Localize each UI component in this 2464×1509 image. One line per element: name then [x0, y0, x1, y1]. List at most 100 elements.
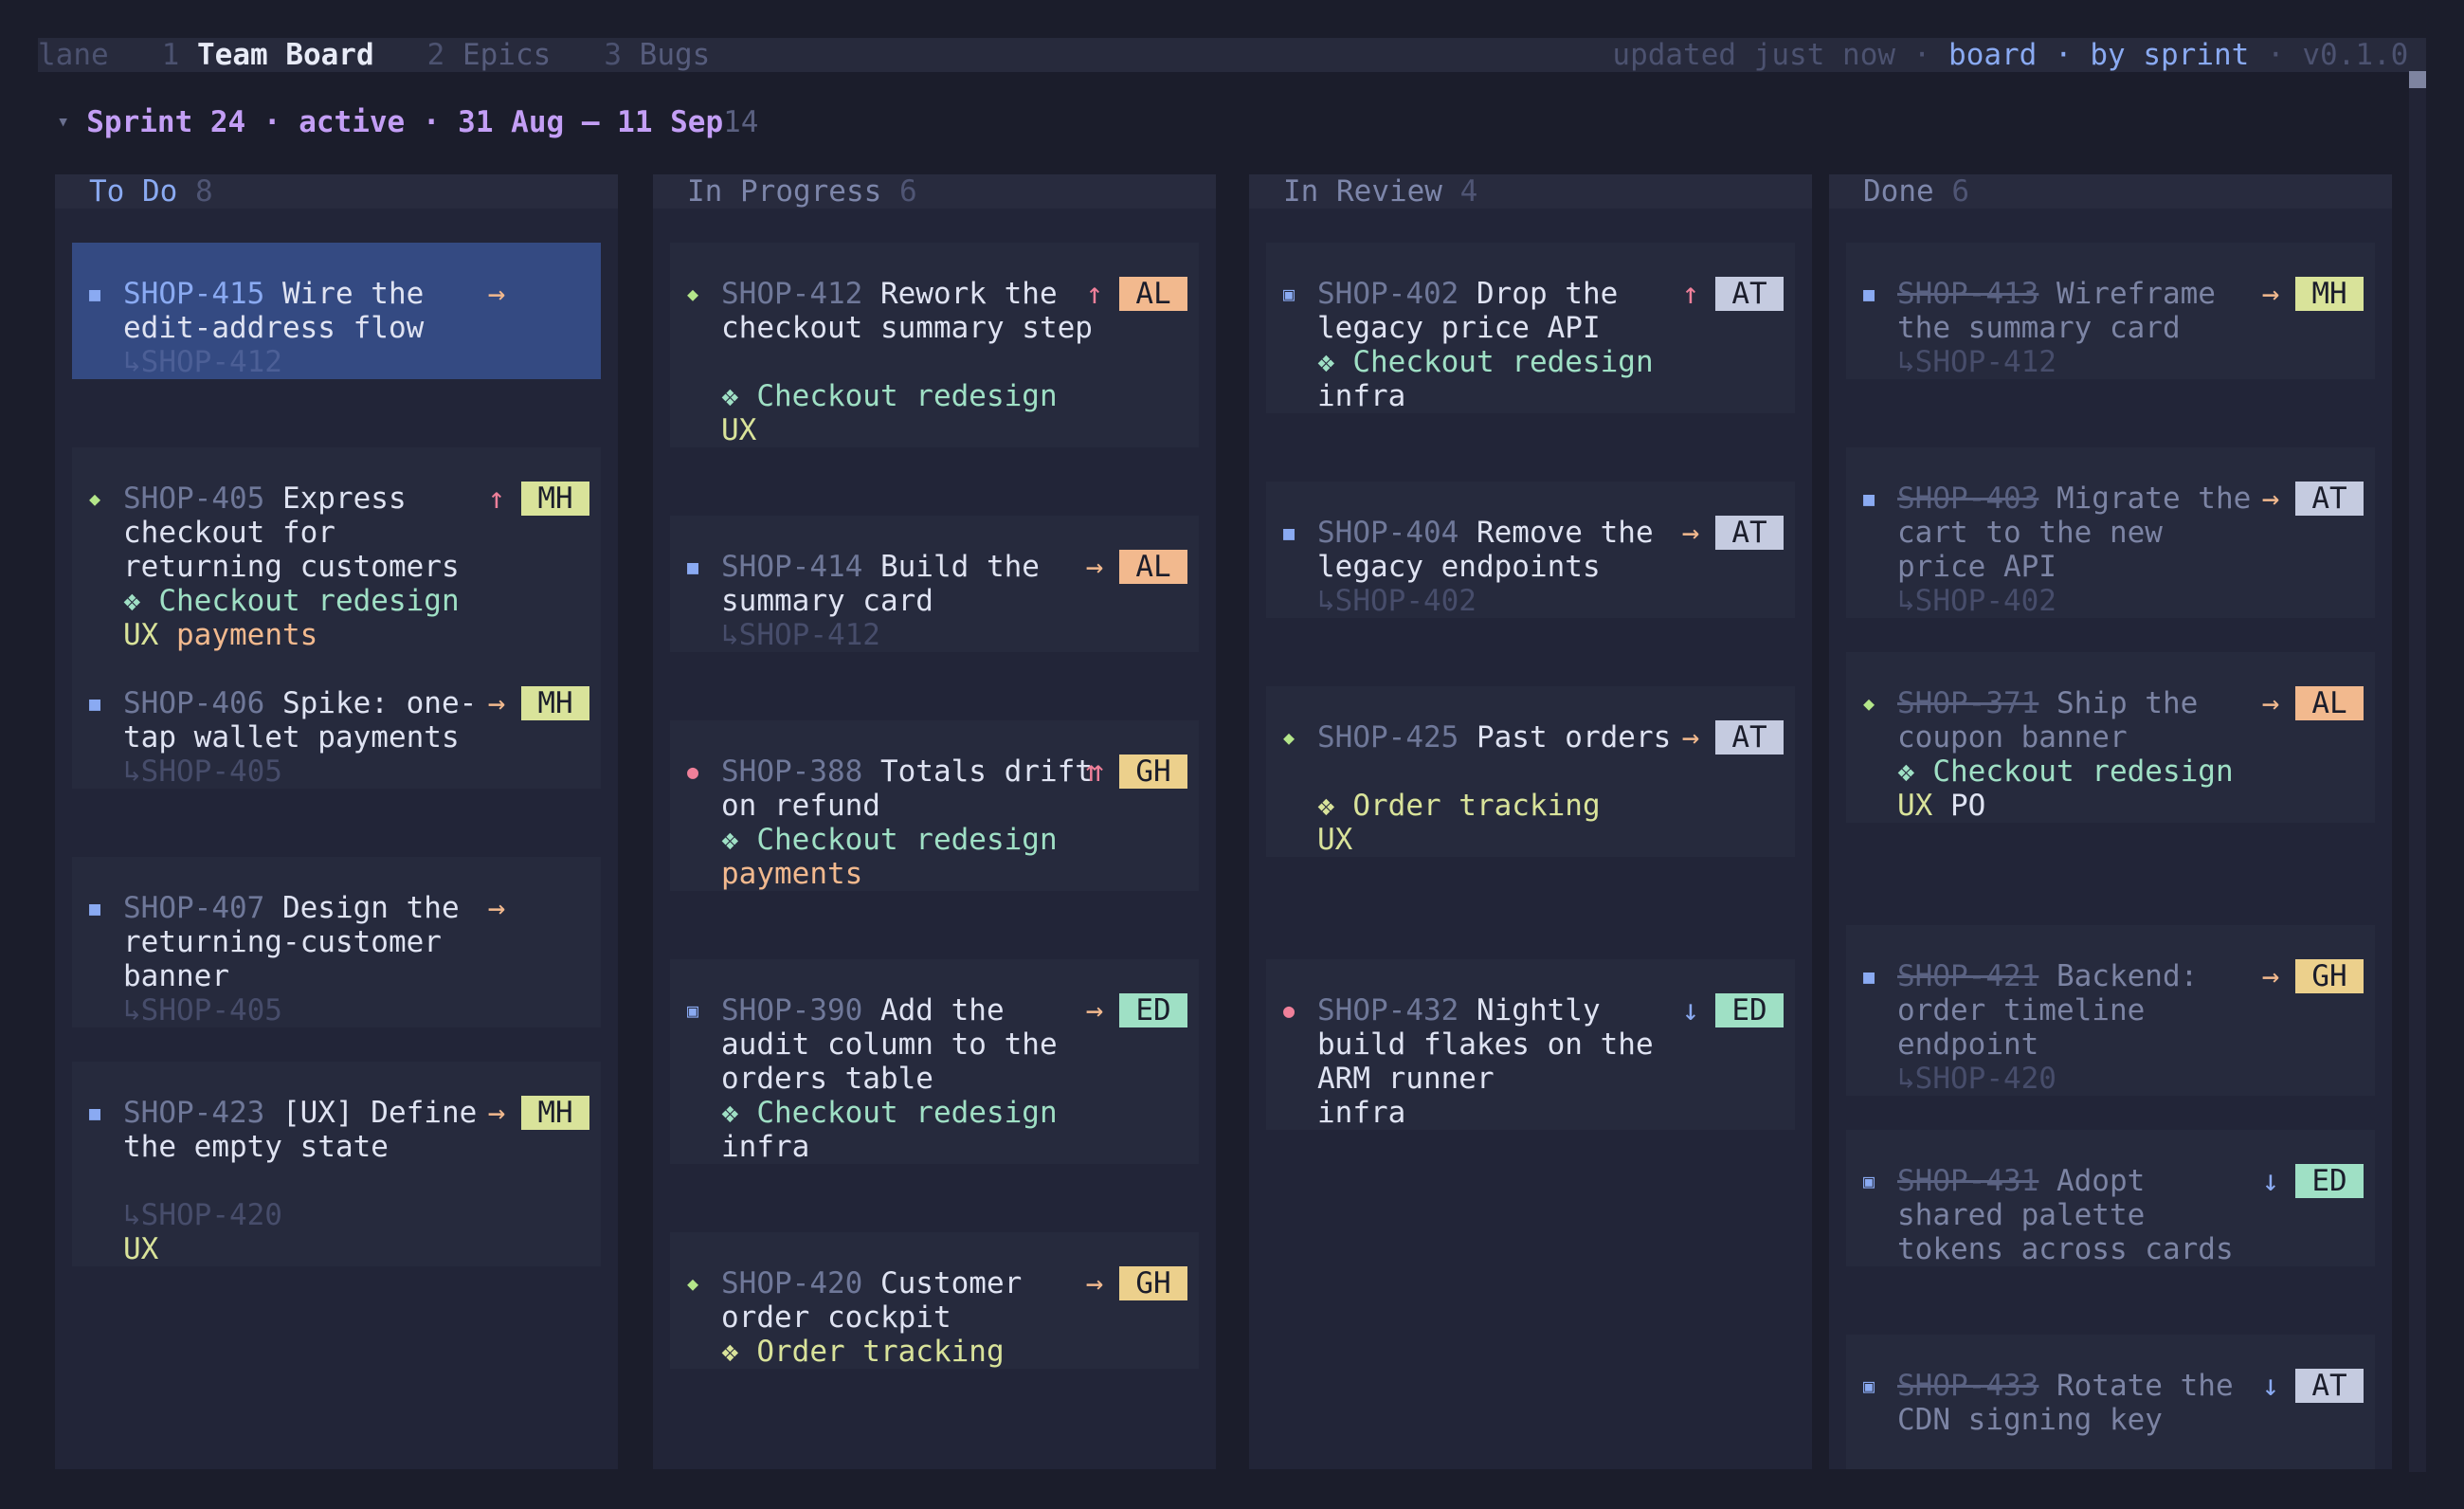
issue-card[interactable]: ■ SHOP-406 Spike: one-tap wallet payments…: [72, 652, 601, 789]
parent-link[interactable]: ↳SHOP-412: [123, 345, 282, 379]
issue-card[interactable]: ◆ SHOP-425 Past orders ❖ Order tracking UX →…: [1266, 686, 1795, 857]
issue-card[interactable]: ◆ SHOP-371 Ship the coupon banner ❖ Checkou…: [1846, 652, 2375, 823]
assignee-avatar[interactable]: AT: [1715, 516, 1784, 550]
tab-bugs[interactable]: 3 Bugs: [604, 38, 710, 72]
issue-title: price API: [1897, 550, 2056, 584]
assignee-avatar[interactable]: AL: [1119, 550, 1187, 584]
view-mode[interactable]: board: [1948, 38, 2037, 72]
priority-medium-icon: →: [2261, 686, 2280, 720]
issue-card[interactable]: ▣ SHOP-402 Drop the legacy price API ❖ Chec…: [1266, 243, 1795, 413]
issue-title: ARM runner: [1317, 1062, 1495, 1096]
assignee-avatar[interactable]: MH: [521, 1096, 589, 1130]
issue-card[interactable]: ◆ SHOP-412 Rework the checkout summary ste…: [670, 243, 1199, 447]
issue-card[interactable]: ■ SHOP-414 Build the summary card ↳SHOP-412…: [670, 516, 1199, 652]
parent-link[interactable]: ↳SHOP-412: [1897, 345, 2056, 379]
parent-link[interactable]: ↳SHOP-420: [1897, 1062, 2056, 1096]
issue-card[interactable]: ■ SHOP-415 Wire the edit-address flow ↳SHOP…: [72, 243, 601, 379]
scrollbar-thumb[interactable]: [2409, 71, 2426, 88]
epic-label[interactable]: ❖ Checkout redesign: [123, 584, 460, 618]
assignee-avatar[interactable]: MH: [521, 482, 589, 516]
column-count: 4: [1459, 174, 1478, 209]
tab-epics[interactable]: 2 Epics: [427, 38, 552, 72]
issue-card[interactable]: ▣ SHOP-390 Add the audit column to the orde…: [670, 959, 1199, 1164]
issue-card[interactable]: ▣ SHOP-433 Rotate the CDN signing key ↓ AT: [1846, 1335, 2375, 1469]
issue-card[interactable]: ■ SHOP-423 [UX] Define the empty state ↳SHO…: [72, 1062, 601, 1266]
parent-link[interactable]: ↳SHOP-402: [1897, 584, 2056, 618]
assignee-avatar[interactable]: AT: [2295, 482, 2364, 516]
issue-key[interactable]: SHOP-406: [123, 686, 264, 720]
parent-link[interactable]: ↳SHOP-405: [123, 754, 282, 789]
assignee-avatar[interactable]: AT: [1715, 277, 1784, 311]
issue-card[interactable]: ▣ SHOP-431 Adopt shared palette tokens acro…: [1846, 1130, 2375, 1266]
assignee-avatar[interactable]: ED: [1715, 993, 1784, 1027]
issue-key[interactable]: SHOP-433: [1897, 1369, 2038, 1403]
issue-card[interactable]: ■ SHOP-403 Migrate the cart to the new pric…: [1846, 447, 2375, 618]
issue-key[interactable]: SHOP-425: [1317, 720, 1458, 754]
issue-title: summary card: [721, 584, 933, 618]
epic-label[interactable]: ❖ Checkout redesign: [1317, 345, 1654, 379]
scrollbar-track[interactable]: [2409, 88, 2426, 1472]
issue-card[interactable]: ■ SHOP-421 Backend: order timeline endpoint…: [1846, 925, 2375, 1096]
parent-link[interactable]: ↳SHOP-420: [123, 1198, 282, 1232]
epic-label[interactable]: ❖ Order tracking: [721, 1335, 1005, 1369]
task-type-icon: ■: [89, 282, 101, 305]
assignee-avatar[interactable]: AT: [2295, 1369, 2364, 1403]
epic-label[interactable]: ❖ Checkout redesign: [721, 1096, 1058, 1130]
issue-key[interactable]: SHOP-413: [1897, 277, 2038, 311]
issue-key[interactable]: SHOP-388: [721, 754, 862, 789]
tab-team-board[interactable]: 1 Team Board: [162, 38, 374, 72]
column-header[interactable]: In Progress 6: [653, 174, 1216, 209]
grouping-mode[interactable]: by sprint: [2090, 38, 2249, 72]
collapse-caret-icon[interactable]: ▾: [57, 105, 69, 139]
issue-card[interactable]: ● SHOP-388 Totals drift on refund ❖ Checkou…: [670, 720, 1199, 891]
issue-key[interactable]: SHOP-420: [721, 1266, 862, 1300]
issue-card[interactable]: ◆ SHOP-420 Customer order cockpit ❖ Order t…: [670, 1232, 1199, 1369]
assignee-avatar[interactable]: AL: [2295, 686, 2364, 720]
priority-low-icon: ↓: [2261, 1164, 2280, 1198]
issue-key[interactable]: SHOP-390: [721, 993, 862, 1027]
assignee-avatar[interactable]: GH: [1119, 754, 1187, 789]
issue-key[interactable]: SHOP-402: [1317, 277, 1458, 311]
parent-link[interactable]: ↳SHOP-412: [721, 618, 880, 652]
column-header[interactable]: In Review 4: [1249, 174, 1812, 209]
sprint-header[interactable]: ▾ Sprint 24 · active · 31 Aug – 11 Sep 14: [57, 105, 758, 139]
epic-label[interactable]: ❖ Checkout redesign: [721, 379, 1058, 413]
issue-key[interactable]: SHOP-421: [1897, 959, 2038, 993]
column-title: In Progress: [687, 174, 882, 209]
issue-card[interactable]: ■ SHOP-404 Remove the legacy endpoints ↳SHO…: [1266, 482, 1795, 618]
card-body: SHOP-388 Totals drift on refund ❖ Checkout…: [721, 754, 1100, 891]
assignee-avatar[interactable]: GH: [2295, 959, 2364, 993]
issue-key[interactable]: SHOP-432: [1317, 993, 1458, 1027]
issue-key[interactable]: SHOP-403: [1897, 482, 2038, 516]
column-header[interactable]: Done 6: [1829, 174, 2392, 209]
assignee-avatar[interactable]: GH: [1119, 1266, 1187, 1300]
app-name: lane: [38, 38, 109, 72]
issue-key[interactable]: SHOP-415: [123, 277, 264, 311]
issue-card[interactable]: ■ SHOP-413 Wireframe the summary card ↳SHOP…: [1846, 243, 2375, 379]
issue-key[interactable]: SHOP-407: [123, 891, 264, 925]
issue-key[interactable]: SHOP-414: [721, 550, 862, 584]
label-tag: UX: [123, 1232, 159, 1266]
parent-link[interactable]: ↳SHOP-402: [1317, 584, 1477, 618]
epic-label[interactable]: ❖ Checkout redesign: [721, 823, 1058, 857]
issue-key[interactable]: SHOP-412: [721, 277, 862, 311]
assignee-avatar[interactable]: ED: [1119, 993, 1187, 1027]
epic-label[interactable]: ❖ Order tracking: [1317, 789, 1601, 823]
assignee-avatar[interactable]: AT: [1715, 720, 1784, 754]
issue-key[interactable]: SHOP-423: [123, 1096, 264, 1130]
issue-card[interactable]: ■ SHOP-407 Design the returning-customer ba…: [72, 857, 601, 1027]
issue-key[interactable]: SHOP-371: [1897, 686, 2038, 720]
issue-title: endpoint: [1897, 1027, 2039, 1062]
issue-key[interactable]: SHOP-431: [1897, 1164, 2038, 1198]
assignee-avatar[interactable]: ED: [2295, 1164, 2364, 1198]
issue-key[interactable]: SHOP-404: [1317, 516, 1458, 550]
issue-key[interactable]: SHOP-405: [123, 482, 264, 516]
issue-card[interactable]: ● SHOP-432 Nightly build flakes on the ARM …: [1266, 959, 1795, 1130]
assignee-avatar[interactable]: AL: [1119, 277, 1187, 311]
epic-label[interactable]: ❖ Checkout redesign: [1897, 754, 2234, 789]
assignee-avatar[interactable]: MH: [521, 686, 589, 720]
issue-card[interactable]: ◆ SHOP-405 Express checkout for returning c…: [72, 447, 601, 652]
parent-link[interactable]: ↳SHOP-405: [123, 993, 282, 1027]
assignee-avatar[interactable]: MH: [2295, 277, 2364, 311]
column-header[interactable]: To Do 8: [55, 174, 618, 209]
